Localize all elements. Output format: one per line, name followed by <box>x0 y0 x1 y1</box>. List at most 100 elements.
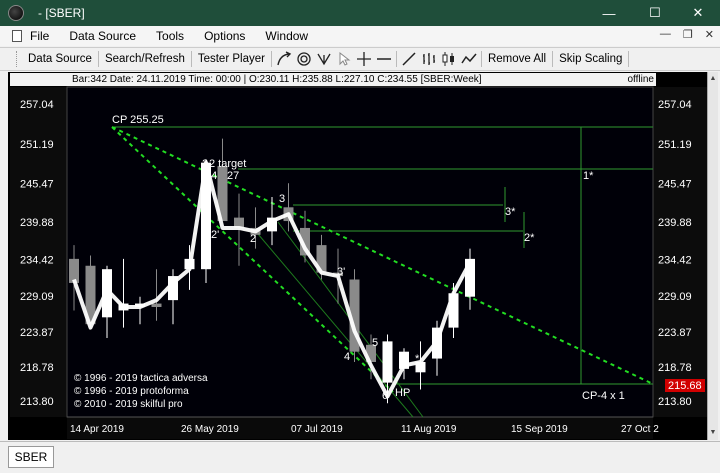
menu-file[interactable]: File <box>30 29 49 43</box>
candlestick-icon[interactable] <box>440 50 458 68</box>
candle-body <box>69 258 79 283</box>
menu-window[interactable]: Window <box>265 29 308 43</box>
candle-body <box>151 303 162 307</box>
tester-player-button[interactable]: Tester Player <box>194 53 269 65</box>
connection-status: offline <box>627 74 654 85</box>
target-label-2: 2* <box>524 232 535 244</box>
price-tick-right: 234.42 <box>658 254 692 266</box>
status-bar: SBER <box>0 441 720 473</box>
info-bar: Bar:342 Date: 24.11.2019 Time: 00:00 | O… <box>10 73 656 86</box>
line-chart-icon[interactable] <box>460 50 478 68</box>
copyright-line-3: © 2010 - 2019 skilful pro <box>74 399 183 410</box>
menu-bar: File Data Source Tools Options Window — … <box>0 26 720 46</box>
remove-all-button[interactable]: Remove All <box>484 53 550 65</box>
price-tick-left: 245.47 <box>20 178 54 190</box>
price-tick-right: 245.47 <box>658 178 692 190</box>
wave-label-6: 6 <box>382 390 388 402</box>
plot-area <box>66 86 654 418</box>
menu-tools[interactable]: Tools <box>156 29 184 43</box>
wave-label-hp: HP <box>395 387 410 399</box>
scroll-up-arrow-icon[interactable]: ▲ <box>708 74 718 84</box>
target-label-3: 3* <box>505 206 516 218</box>
toolbar-separator <box>270 51 272 67</box>
app-logo-icon <box>8 5 24 21</box>
copyright-line-2: © 1996 - 2019 protoforma <box>74 386 189 397</box>
minimize-button[interactable]: — <box>587 0 631 26</box>
time-tick: 15 Sep 2019 <box>511 424 568 435</box>
bar-info-text: Bar:342 Date: 24.11.2019 Time: 00:00 | O… <box>72 74 482 85</box>
toolbar: Data Source Search/Refresh Tester Player <box>0 47 720 71</box>
price-chart[interactable]: 257.04 257.04 251.19 251.19 245.47 245.47 239.… <box>8 72 707 440</box>
copyright-line-1: © 1996 - 2019 tactica adversa <box>74 373 208 384</box>
price-tick-right: 213.80 <box>658 396 692 408</box>
cursor-icon[interactable] <box>335 50 353 68</box>
time-tick: 11 Aug 2019 <box>401 424 457 435</box>
mdi-minimize-button[interactable]: — <box>660 28 671 41</box>
target-label-1: 1* <box>583 170 594 182</box>
vertical-scrollbar[interactable]: ▲ ▼ <box>707 72 718 440</box>
time-tick: 14 Apr 2019 <box>70 424 124 435</box>
candle-body <box>382 341 393 383</box>
price-tick-right: 223.87 <box>658 327 692 339</box>
toolbar-separator <box>395 51 397 67</box>
skip-scaling-button[interactable]: Skip Scaling <box>555 53 626 65</box>
document-icon <box>12 30 22 42</box>
close-button[interactable]: ✕ <box>676 0 720 26</box>
wave-label-star-2: * <box>435 353 440 365</box>
pitchfork-icon[interactable] <box>315 50 333 68</box>
wave-label-5: 5 <box>372 337 378 349</box>
data-source-button[interactable]: Data Source <box>24 53 96 65</box>
annotation-cp: CP 255.25 <box>112 114 164 126</box>
price-tick-left: 251.19 <box>20 139 54 151</box>
wave-label-star: * <box>415 353 420 365</box>
scroll-down-arrow-icon[interactable]: ▼ <box>708 428 718 438</box>
toolbar-grip[interactable] <box>16 51 20 67</box>
price-tick-left: 218.78 <box>20 362 54 374</box>
bar-chart-icon[interactable] <box>420 50 438 68</box>
mdi-controls: — ❐ ✕ <box>660 28 714 41</box>
window-title: - [SBER] <box>38 6 85 20</box>
wave-label-27: 27 <box>227 170 239 182</box>
toolbar-separator <box>97 51 99 67</box>
mdi-restore-button[interactable]: ❐ <box>683 28 693 41</box>
wave-label-4: 4 <box>344 351 350 363</box>
menu-options[interactable]: Options <box>204 29 245 43</box>
price-tick-left: 223.87 <box>20 327 54 339</box>
maximize-button[interactable]: ☐ <box>633 0 677 26</box>
price-tick-left: 213.80 <box>20 396 54 408</box>
wave-label-2-prime: 2' <box>211 229 219 241</box>
app-window: - [SBER] — ☐ ✕ File Data Source Tools Op… <box>0 0 720 473</box>
target-label-cp4: CP-4 x 1 <box>582 390 625 402</box>
menu-data-source[interactable]: Data Source <box>69 29 136 43</box>
mdi-close-button[interactable]: ✕ <box>705 28 714 41</box>
price-tick-right: 239.88 <box>658 217 692 229</box>
time-tick: 07 Jul 2019 <box>291 424 343 435</box>
price-tick-right: 218.78 <box>658 362 692 374</box>
wave-label-24: 24 <box>205 170 217 182</box>
toolbar-separator <box>552 51 554 67</box>
wave-label-3-prime: 3' <box>337 266 345 278</box>
time-tick: 27 Oct 2 <box>621 424 659 435</box>
trendline-icon[interactable] <box>400 50 418 68</box>
toolbar-separator <box>628 51 630 67</box>
price-tick-right: 251.19 <box>658 139 692 151</box>
time-tick: 26 May 2019 <box>181 424 239 435</box>
price-tick-right: 229.09 <box>658 291 692 303</box>
wave-label-3: 3 <box>279 193 285 205</box>
title-bar: - [SBER] — ☐ ✕ <box>0 0 720 26</box>
crosshair-icon[interactable] <box>355 50 373 68</box>
price-tick-left: 234.42 <box>20 254 54 266</box>
current-price-label: 215.68 <box>668 380 702 392</box>
horizontal-line-icon[interactable] <box>375 50 393 68</box>
symbol-tab-sber[interactable]: SBER <box>8 446 54 468</box>
wave-label-2-target: 2 target <box>209 158 246 170</box>
spiral-icon[interactable] <box>295 50 313 68</box>
price-tick-left: 239.88 <box>20 217 54 229</box>
toolbar-separator <box>190 51 192 67</box>
search-refresh-button[interactable]: Search/Refresh <box>101 53 189 65</box>
toolbar-separator <box>480 51 482 67</box>
wave-label-2-low: 2 <box>250 233 256 245</box>
wave-label-2-top: 2 <box>202 158 208 170</box>
curve-arrow-icon[interactable] <box>275 50 293 68</box>
price-tick-left: 257.04 <box>20 99 54 111</box>
